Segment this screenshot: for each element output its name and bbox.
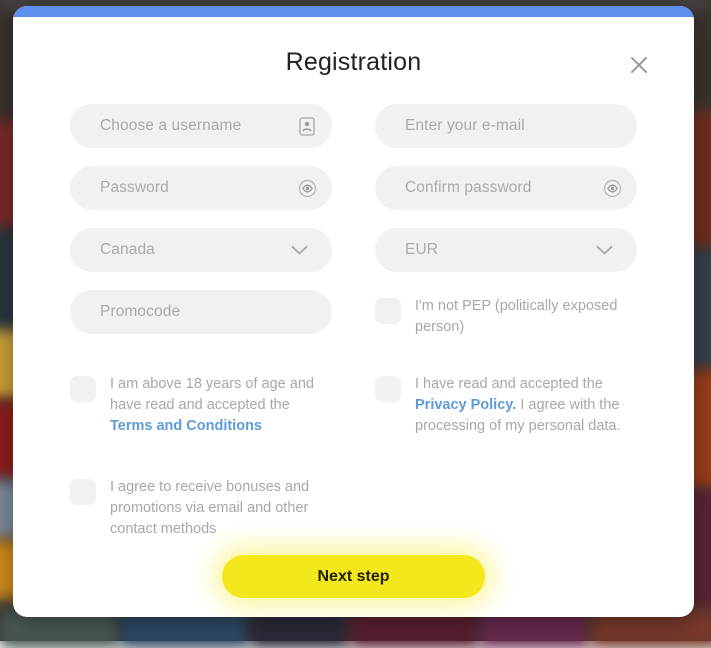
promocode-placeholder: Promocode	[100, 303, 318, 321]
form-col-right: I have read and accepted the Privacy Pol…	[375, 356, 637, 540]
id-card-icon[interactable]	[296, 115, 318, 137]
confirm-password-placeholder: Confirm password	[405, 179, 601, 197]
registration-modal: Registration Choose a username	[13, 6, 694, 617]
registration-form: Choose a username Enter your e-mail	[70, 104, 640, 558]
age-terms-label: I am above 18 years of age and have read…	[110, 374, 332, 437]
form-row-passwords: Password Confirm password	[70, 166, 640, 210]
age-terms-checkbox-row[interactable]: I am above 18 years of age and have read…	[70, 374, 332, 437]
bonuses-label: I agree to receive bonuses and promotion…	[110, 477, 332, 540]
form-col-left: Promocode	[70, 290, 332, 338]
promocode-input[interactable]: Promocode	[70, 290, 332, 334]
confirm-password-input[interactable]: Confirm password	[375, 166, 637, 210]
form-row-consents: I am above 18 years of age and have read…	[70, 356, 640, 540]
privacy-label: I have read and accepted the Privacy Pol…	[415, 374, 637, 437]
form-col-left: Password	[70, 166, 332, 210]
pep-label: I'm not PEP (politically exposed person)	[415, 296, 637, 338]
bonuses-checkbox-row[interactable]: I agree to receive bonuses and promotion…	[70, 477, 332, 540]
form-col-left: I am above 18 years of age and have read…	[70, 356, 332, 540]
chevron-down-icon	[593, 239, 615, 261]
pep-checkbox-row[interactable]: I'm not PEP (politically exposed person)	[375, 290, 637, 338]
form-col-left: Choose a username	[70, 104, 332, 148]
username-input[interactable]: Choose a username	[70, 104, 332, 148]
next-step-button[interactable]: Next step	[222, 555, 485, 598]
form-row-locale: Canada EUR	[70, 228, 640, 272]
age-terms-checkbox[interactable]	[70, 376, 96, 402]
form-row-credentials: Choose a username Enter your e-mail	[70, 104, 640, 148]
password-placeholder: Password	[100, 179, 296, 197]
email-placeholder: Enter your e-mail	[405, 117, 623, 135]
age-terms-text-before: I am above 18 years of age and have read…	[110, 376, 314, 413]
form-col-right: Confirm password	[375, 166, 637, 210]
terms-and-conditions-link[interactable]: Terms and Conditions	[110, 418, 262, 434]
eye-icon[interactable]	[601, 177, 623, 199]
submit-container: Next step	[13, 555, 694, 598]
currency-value: EUR	[405, 241, 593, 259]
close-icon	[629, 55, 649, 75]
chevron-down-icon	[288, 239, 310, 261]
privacy-text-before: I have read and accepted the	[415, 376, 603, 392]
modal-accent-bar	[13, 6, 694, 17]
currency-select[interactable]: EUR	[375, 228, 637, 272]
privacy-policy-link[interactable]: Privacy Policy.	[415, 397, 516, 413]
form-col-right: Enter your e-mail	[375, 104, 637, 148]
username-placeholder: Choose a username	[100, 117, 296, 135]
form-col-right: EUR	[375, 228, 637, 272]
form-col-left: Canada	[70, 228, 332, 272]
pep-checkbox[interactable]	[375, 298, 401, 324]
email-input[interactable]: Enter your e-mail	[375, 104, 637, 148]
password-input[interactable]: Password	[70, 166, 332, 210]
page-title: Registration	[13, 48, 694, 77]
privacy-checkbox[interactable]	[375, 376, 401, 402]
eye-icon[interactable]	[296, 177, 318, 199]
form-col-right: I'm not PEP (politically exposed person)	[375, 290, 637, 338]
close-button[interactable]	[624, 50, 654, 80]
bonuses-checkbox[interactable]	[70, 479, 96, 505]
country-select[interactable]: Canada	[70, 228, 332, 272]
privacy-checkbox-row[interactable]: I have read and accepted the Privacy Pol…	[375, 374, 637, 437]
country-value: Canada	[100, 241, 288, 259]
form-row-promo-pep: Promocode I'm not PEP (politically expos…	[70, 290, 640, 338]
